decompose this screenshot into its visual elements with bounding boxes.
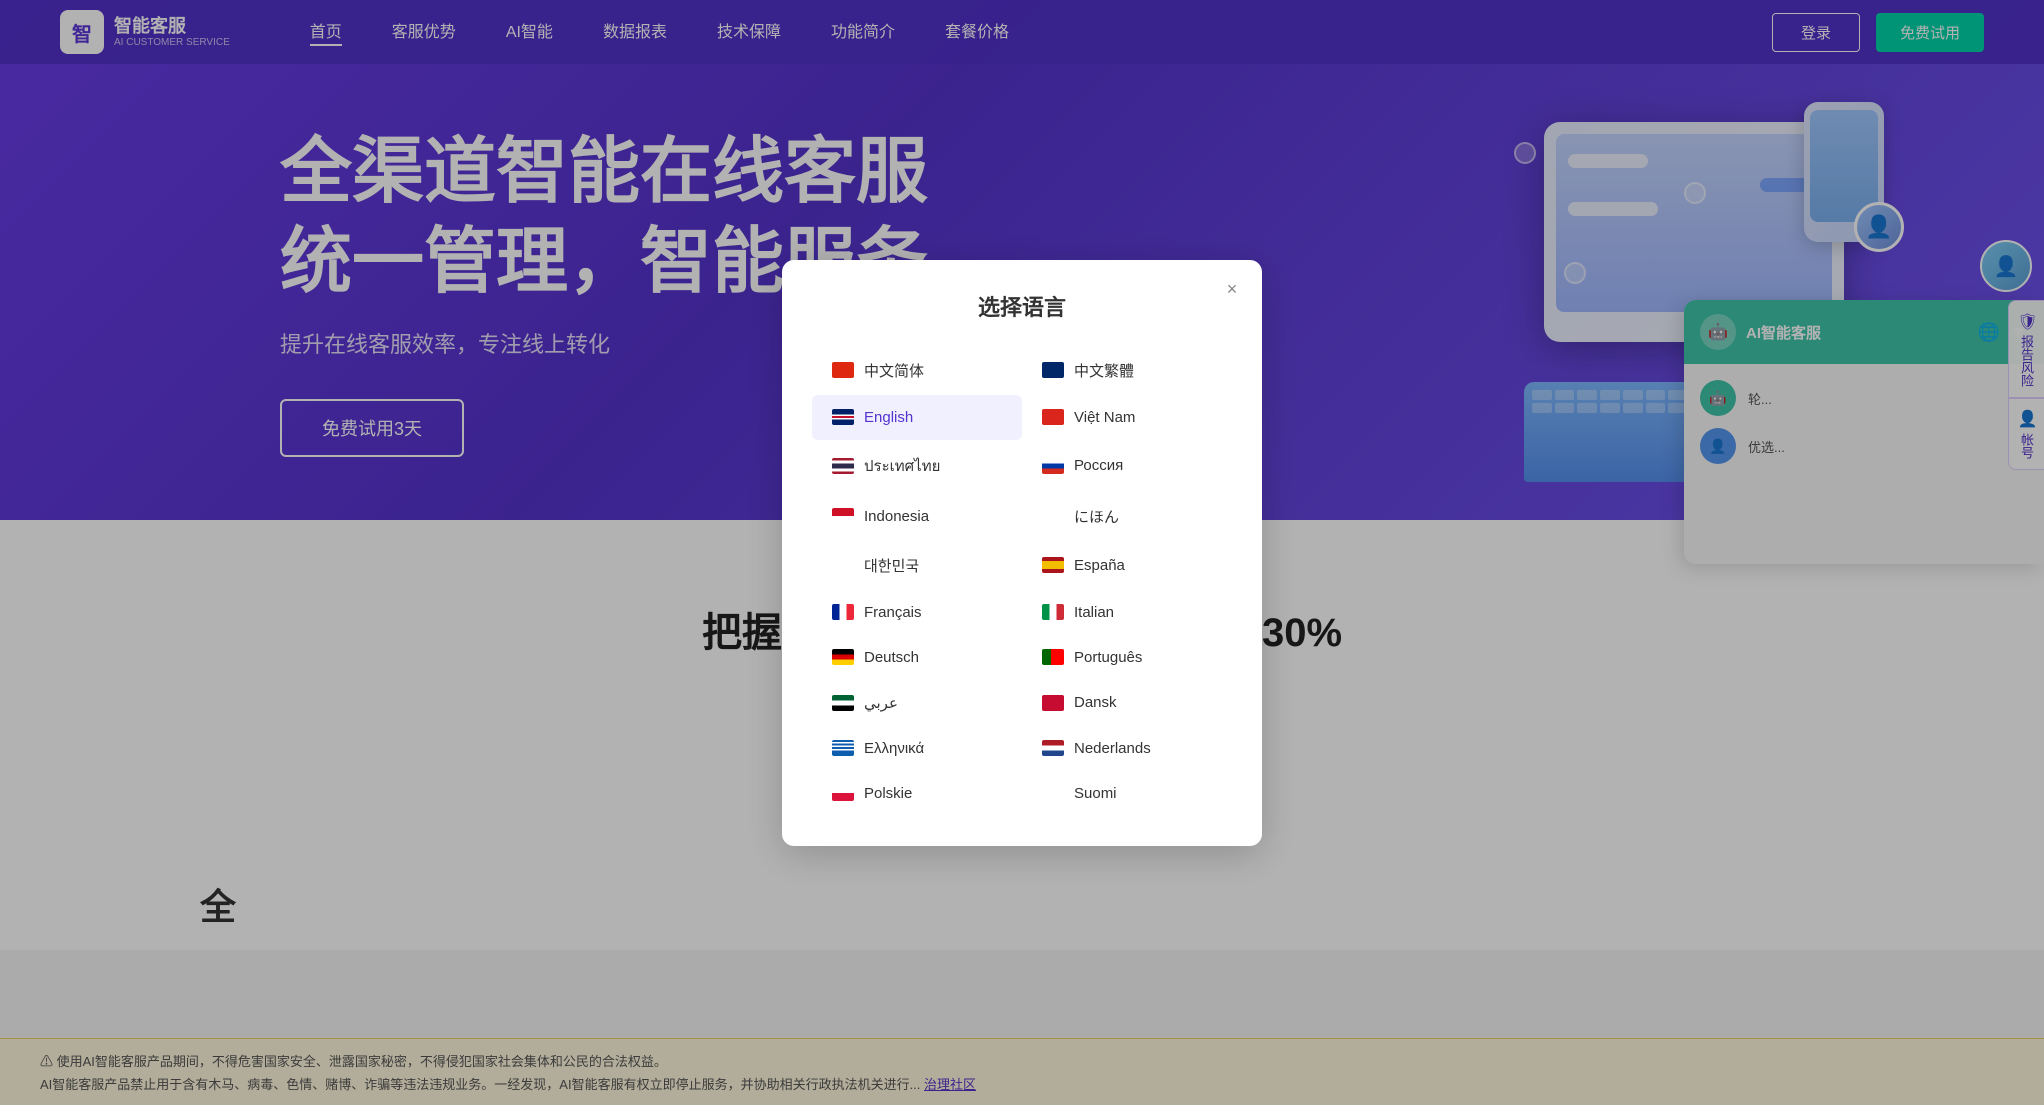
flag-id — [832, 508, 854, 524]
lang-item-ar[interactable]: عربي — [812, 680, 1022, 726]
lang-item-pl[interactable]: Polskie — [812, 771, 1022, 816]
lang-label-ru: Россия — [1074, 457, 1123, 474]
lang-item-zh-tw[interactable]: 中文繁體 — [1022, 346, 1232, 395]
flag-th — [832, 458, 854, 474]
lang-item-fi[interactable]: Suomi — [1022, 771, 1232, 816]
language-grid: 中文简体 中文繁體 English Việt Nam ประเทศไทย — [812, 346, 1232, 816]
lang-label-id: Indonesia — [864, 508, 929, 525]
flag-ar — [832, 695, 854, 711]
flag-pt — [1042, 649, 1064, 665]
flag-gr — [832, 740, 854, 756]
lang-label-de: Deutsch — [864, 649, 919, 666]
lang-label-kr: 대한민국 — [864, 555, 919, 576]
flag-jp — [1042, 508, 1064, 524]
lang-label-dk: Dansk — [1074, 694, 1117, 711]
lang-item-id[interactable]: Indonesia — [812, 492, 1022, 541]
lang-label-ar: عربي — [864, 694, 898, 712]
lang-label-gr: Ελληνικά — [864, 740, 924, 757]
flag-it — [1042, 604, 1064, 620]
flag-kr — [832, 557, 854, 573]
lang-label-vn: Việt Nam — [1074, 409, 1135, 426]
lang-label-fr: Français — [864, 604, 922, 621]
lang-label-pt: Português — [1074, 649, 1142, 666]
lang-label-es: España — [1074, 557, 1125, 574]
lang-label-zh-cn: 中文简体 — [864, 360, 924, 381]
flag-es — [1042, 557, 1064, 573]
lang-item-fr[interactable]: Français — [812, 590, 1022, 635]
flag-nl — [1042, 740, 1064, 756]
lang-item-th[interactable]: ประเทศไทย — [812, 440, 1022, 492]
lang-item-jp[interactable]: にほん — [1022, 492, 1232, 541]
lang-item-dk[interactable]: Dansk — [1022, 680, 1232, 726]
lang-label-nl: Nederlands — [1074, 740, 1151, 757]
lang-label-jp: にほん — [1074, 506, 1119, 527]
lang-item-es[interactable]: España — [1022, 541, 1232, 590]
lang-item-en[interactable]: English — [812, 395, 1022, 440]
lang-item-zh-cn[interactable]: 中文简体 — [812, 346, 1022, 395]
flag-fr — [832, 604, 854, 620]
flag-ru — [1042, 458, 1064, 474]
lang-item-nl[interactable]: Nederlands — [1022, 726, 1232, 771]
flag-pl — [832, 785, 854, 801]
lang-label-en: English — [864, 409, 913, 426]
modal-close-button[interactable]: × — [1218, 276, 1246, 304]
lang-label-zh-tw: 中文繁體 — [1074, 360, 1134, 381]
flag-en — [832, 409, 854, 425]
modal-title: 选择语言 — [812, 290, 1232, 322]
lang-item-kr[interactable]: 대한민국 — [812, 541, 1022, 590]
lang-label-th: ประเทศไทย — [864, 454, 940, 478]
lang-item-vn[interactable]: Việt Nam — [1022, 395, 1232, 440]
lang-item-it[interactable]: Italian — [1022, 590, 1232, 635]
lang-item-pt[interactable]: Português — [1022, 635, 1232, 680]
lang-label-fi: Suomi — [1074, 785, 1117, 802]
language-modal: 选择语言 × 中文简体 中文繁體 English Việt Nam — [782, 260, 1262, 846]
flag-de — [832, 649, 854, 665]
flag-zh-cn — [832, 362, 854, 378]
flag-fi — [1042, 785, 1064, 801]
flag-vn — [1042, 409, 1064, 425]
lang-item-gr[interactable]: Ελληνικά — [812, 726, 1022, 771]
flag-zh-tw — [1042, 362, 1064, 378]
flag-dk — [1042, 695, 1064, 711]
lang-item-ru[interactable]: Россия — [1022, 440, 1232, 492]
lang-item-de[interactable]: Deutsch — [812, 635, 1022, 680]
modal-overlay[interactable]: 选择语言 × 中文简体 中文繁體 English Việt Nam — [0, 0, 2044, 1105]
lang-label-it: Italian — [1074, 604, 1114, 621]
lang-label-pl: Polskie — [864, 785, 912, 802]
